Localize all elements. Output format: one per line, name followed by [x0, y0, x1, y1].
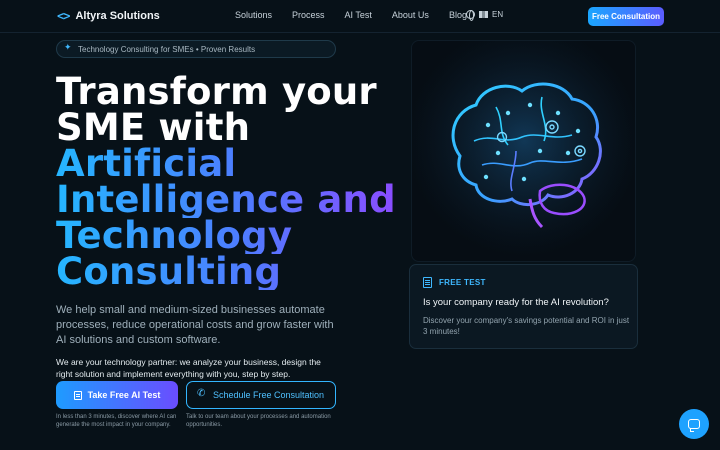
nav-link-blog[interactable]: Blog — [449, 10, 467, 20]
chat-icon — [688, 419, 700, 432]
ai-brain-image — [411, 40, 636, 262]
language-label: EN — [492, 10, 504, 19]
hero-title-line: Transform your — [56, 70, 377, 113]
nav-link-process[interactable]: Process — [292, 10, 325, 20]
ai-test-subtext: In less than 3 minutes, discover where A… — [56, 414, 177, 428]
sparkle-icon — [64, 42, 73, 53]
free-test-card[interactable]: FREE TEST Is your company ready for the … — [409, 264, 638, 349]
nav-links: Solutions Process AI Test About Us Blog — [235, 10, 487, 20]
code-icon: <> — [57, 9, 70, 23]
free-test-description: Discover your company's savings potentia… — [423, 316, 630, 336]
logo[interactable]: <> Altyra Solutions — [57, 9, 160, 23]
free-test-tag: FREE TEST — [439, 278, 486, 287]
hero-title: Transform your SME with Artificial Intel… — [56, 70, 396, 290]
document-icon — [423, 277, 432, 288]
nav-link-solutions[interactable]: Solutions — [235, 10, 272, 20]
hero-title-line: SME with — [56, 106, 251, 149]
hero-title-gradient-line: Artificial — [56, 145, 396, 182]
take-ai-test-label: Take Free AI Test — [87, 390, 161, 400]
hero-title-gradient-line: Intelligence and — [56, 178, 396, 221]
globe-icon — [466, 10, 475, 21]
nav-link-about-us[interactable]: About Us — [392, 10, 429, 20]
top-nav: <> Altyra Solutions Solutions Process AI… — [0, 0, 720, 33]
phone-icon — [197, 388, 207, 400]
hero-partner-text: We are your technology partner: we analy… — [56, 357, 321, 379]
free-consultation-button[interactable]: Free Consultation — [588, 7, 664, 26]
take-ai-test-button[interactable]: Take Free AI Test — [56, 381, 178, 409]
free-test-title: Is your company ready for the AI revolut… — [423, 297, 609, 308]
badge-text: Technology Consulting for SMEs • Proven … — [78, 44, 256, 54]
nav-link-ai-test[interactable]: AI Test — [345, 10, 372, 20]
hero-lead: We help small and medium-sized businesse… — [56, 304, 334, 346]
flag-icon — [479, 11, 488, 18]
schedule-consultation-label: Schedule Free Consultation — [212, 390, 325, 400]
free-test-header: FREE TEST — [423, 277, 486, 288]
hero-title-gradient-line: Technology — [56, 217, 396, 254]
brand-name: Altyra Solutions — [75, 10, 160, 22]
schedule-consultation-button[interactable]: Schedule Free Consultation — [186, 381, 336, 409]
brain-illustration — [412, 41, 635, 261]
list-icon — [73, 390, 82, 400]
chat-button[interactable] — [679, 409, 709, 439]
hero-title-gradient-line: Consulting — [56, 253, 396, 290]
language-selector[interactable]: EN — [466, 10, 504, 21]
consultation-subtext: Talk to our team about your processes an… — [186, 414, 331, 428]
hero-badge: Technology Consulting for SMEs • Proven … — [56, 40, 336, 58]
